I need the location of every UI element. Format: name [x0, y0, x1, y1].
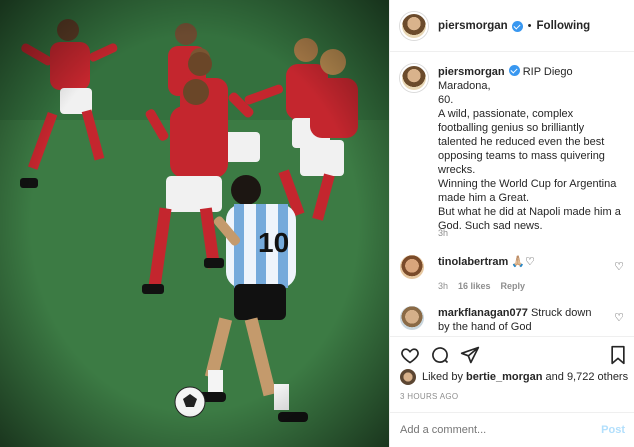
author-username[interactable]: piersmorgan — [438, 20, 508, 32]
football-photo-illustration: 10 — [0, 0, 389, 447]
post-timestamp[interactable]: 3 HOURS AGO — [400, 392, 458, 401]
comment-age[interactable]: 3h — [438, 281, 448, 291]
commenter-username[interactable]: markflanagan077 — [438, 307, 528, 319]
commenter-avatar[interactable] — [400, 255, 424, 279]
caption-line: A wild, passionate, complex — [438, 108, 574, 120]
commenter-username[interactable]: tinolabertram — [438, 256, 508, 268]
caption-username[interactable]: piersmorgan — [438, 66, 505, 78]
caption-line: wrecks. — [438, 164, 476, 176]
caption-line: Winning the World Cup for Argentina — [438, 178, 617, 190]
caption-line: made him a Great. — [438, 192, 530, 204]
caption-line: opposing teams to mass quivering — [438, 150, 605, 162]
liker-username[interactable]: bertie_morgan — [466, 371, 542, 383]
bookmark-icon[interactable] — [609, 345, 627, 365]
caption-line: But what he did at Napoli made him a — [438, 206, 621, 218]
caption-avatar[interactable] — [400, 64, 428, 92]
liker-avatar[interactable] — [400, 369, 416, 385]
comment-heart-icon[interactable]: ♡ — [614, 311, 624, 324]
comment-item: tinolabertram 🙏🏼♡ 3h 16 likes Reply — [400, 255, 625, 293]
separator-dot: • — [527, 19, 532, 32]
caption-line: talented he reduced even the best — [438, 136, 605, 148]
likes-prefix: Liked by — [422, 371, 463, 383]
post-header: piersmorgan • Following — [390, 0, 634, 52]
caption-text: piersmorgan RIP Diego Maradona, 60. A wi… — [438, 64, 626, 233]
reply-button[interactable]: Reply — [501, 281, 526, 291]
likes-summary: Liked by bertie_morgan and 9,722 others — [400, 369, 628, 385]
post-photo[interactable]: 10 — [0, 0, 389, 447]
verified-icon — [511, 21, 523, 32]
share-icon[interactable] — [460, 345, 480, 365]
caption-age[interactable]: 3h — [438, 228, 448, 238]
caption-line: footballing genius so brilliantly — [438, 122, 585, 134]
comment-text: 🙏🏼♡ — [511, 256, 535, 268]
comment-text: Struck down — [530, 307, 592, 319]
verified-icon — [508, 65, 520, 76]
commenter-avatar[interactable] — [400, 306, 424, 330]
heart-icon[interactable] — [400, 345, 420, 365]
comment-item: markflanagan077 Struck down by the hand … — [400, 306, 625, 334]
post-side-panel: piersmorgan • Following piersmorgan RIP … — [389, 0, 634, 447]
caption: piersmorgan RIP Diego Maradona, 60. A wi… — [400, 64, 630, 233]
post-comment-button[interactable]: Post — [601, 424, 625, 436]
likes-suffix[interactable]: and 9,722 others — [546, 371, 629, 383]
comment-input[interactable] — [400, 424, 602, 436]
caption-line: God. Such sad news. — [438, 220, 543, 232]
following-button[interactable]: Following — [537, 20, 591, 32]
action-bar — [390, 336, 634, 372]
comment-text-continued: by the hand of God — [438, 321, 532, 333]
comment-icon[interactable] — [430, 345, 450, 365]
add-comment-bar: Post — [390, 412, 634, 447]
author-avatar[interactable] — [400, 11, 428, 40]
comment-likes[interactable]: 16 likes — [458, 281, 491, 291]
caption-line: 60. — [438, 94, 454, 106]
comment-heart-icon[interactable]: ♡ — [614, 260, 624, 273]
